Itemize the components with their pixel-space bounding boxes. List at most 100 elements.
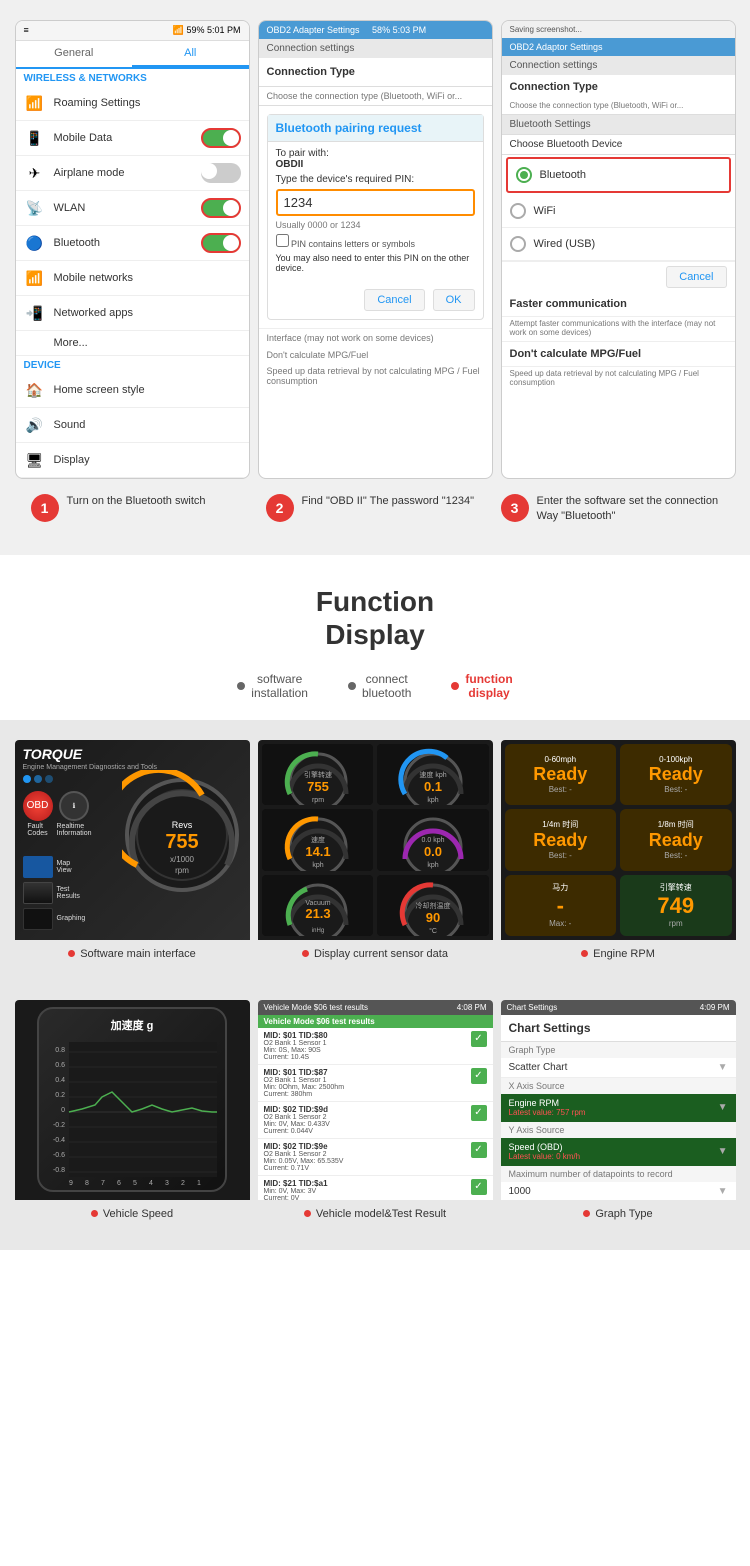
wlan-toggle[interactable] xyxy=(201,198,241,218)
phone3-cancel-row: Cancel xyxy=(502,261,735,292)
nav-function-display[interactable]: functiondisplay xyxy=(451,672,512,700)
phone3-faster-desc: Attempt faster communications with the i… xyxy=(502,317,735,342)
networked-apps-item[interactable]: 📲 Networked apps xyxy=(16,296,249,331)
app-section-row2: 加速度 g 0.8 0.6 0.4 0.2 0 -0.2 -0.4 -0.6 -… xyxy=(0,990,750,1250)
bluetooth-toggle[interactable] xyxy=(201,233,241,253)
sensor-caption-text: Display current sensor data xyxy=(314,948,448,960)
tile-0-100-best: Best: - xyxy=(664,785,687,794)
test-screenshot: Vehicle Mode $06 test results 4:08 PM Ve… xyxy=(258,1000,493,1220)
phone3-bt-section: Bluetooth Settings xyxy=(502,115,735,135)
torque-caption-text: Software main interface xyxy=(80,948,196,960)
phone3-option-bluetooth[interactable]: Bluetooth xyxy=(506,157,731,193)
bluetooth-item[interactable]: 🔵 Bluetooth xyxy=(16,226,249,261)
test-check-3: ✓ xyxy=(471,1105,487,1121)
airplane-item[interactable]: ✈ Airplane mode xyxy=(16,156,249,191)
svg-text:冷却剂温度: 冷却剂温度 xyxy=(416,901,451,910)
chart-y-axis-val: Speed (OBD) xyxy=(509,1142,581,1152)
more-item[interactable]: More... xyxy=(16,331,249,356)
chart-max-arrow: ▼ xyxy=(718,1186,728,1197)
mobile-data-toggle[interactable] xyxy=(201,128,241,148)
phone2-conn-desc: Choose the connection type (Bluetooth, W… xyxy=(259,87,492,106)
step1-text: Turn on the Bluetooth switch xyxy=(67,494,206,509)
svg-text:rpm: rpm xyxy=(311,797,323,804)
tile-0-100-val: Ready xyxy=(649,764,703,785)
gauge3: 速度 14.1 kph xyxy=(262,809,374,870)
tile-rpm: 引擎转速 749 rpm xyxy=(620,875,732,936)
svg-text:14.1: 14.1 xyxy=(305,844,330,859)
chart-settings-title: Chart Settings xyxy=(501,1015,736,1042)
gauge5: Vacuum 21.3 inHg xyxy=(262,875,374,936)
pair-ok-button[interactable]: OK xyxy=(433,289,475,311)
tile-0-60: 0-60mph Ready Best: - xyxy=(505,744,617,805)
tile-0-100-label: 0-100kph xyxy=(659,755,692,764)
more-label: More... xyxy=(24,337,241,349)
torque-title: TORQUE xyxy=(15,740,166,764)
test-detail-3b: Min: 0V, Max: 0.433V xyxy=(264,1121,487,1128)
airplane-toggle[interactable] xyxy=(201,163,241,183)
svg-text:0.2: 0.2 xyxy=(55,1092,65,1099)
nav-software-install[interactable]: softwareinstallation xyxy=(237,672,308,700)
test-check-5: ✓ xyxy=(471,1179,487,1195)
wlan-item[interactable]: 📡 WLAN xyxy=(16,191,249,226)
display-item[interactable]: 🖥 Display xyxy=(16,443,249,478)
tile-eighth: 1/8m 时间 Ready Best: - xyxy=(620,809,732,870)
tab-all[interactable]: All xyxy=(132,41,249,67)
torque-screenshot: TORQUE Engine Management Diagnostics and… xyxy=(15,740,250,960)
svg-text:755: 755 xyxy=(165,831,198,853)
sound-item[interactable]: 🔊 Sound xyxy=(16,408,249,443)
phone3-option-wifi[interactable]: WiFi xyxy=(502,195,735,228)
chart-screenshot: Chart Settings 4:09 PM Chart Settings Gr… xyxy=(501,1000,736,1220)
mobile-data-item[interactable]: 📱 Mobile Data xyxy=(16,121,249,156)
test-check-4: ✓ xyxy=(471,1142,487,1158)
gauge1: 引擎转速 755 rpm xyxy=(262,744,374,805)
phone1-tabs: General All xyxy=(16,41,249,69)
test-detail-2b: Min: 0Ohm, Max: 2500hm xyxy=(264,1084,487,1091)
display-icon: 🖥 xyxy=(24,449,46,471)
pin-input[interactable]: 1234 xyxy=(276,189,475,216)
tab-general[interactable]: General xyxy=(16,41,133,67)
home-label: Home screen style xyxy=(54,384,241,396)
graphing-label: Graphing xyxy=(57,915,86,922)
svg-text:kph: kph xyxy=(312,862,323,869)
step2-item: 2 Find "OBD II" The password "1234" xyxy=(258,494,493,525)
phone2-footer1: Interface (may not work on some devices) xyxy=(259,328,492,347)
test-detail-1: O2 Bank 1 Sensor 1 xyxy=(264,1040,487,1047)
test-statusbar: Vehicle Mode $06 test results 4:08 PM xyxy=(258,1000,493,1015)
phone3-option-usb[interactable]: Wired (USB) xyxy=(502,228,735,261)
rpm-caption-text: Engine RPM xyxy=(593,948,655,960)
step1-circle: 1 xyxy=(31,494,59,522)
pair-cancel-button[interactable]: Cancel xyxy=(364,289,424,311)
step3-item: 3 Enter the software set the connection … xyxy=(493,494,728,525)
mobile-data-icon: 📱 xyxy=(24,127,46,149)
pin-checkbox[interactable] xyxy=(276,234,289,247)
tile-rpm-unit: rpm xyxy=(669,919,683,928)
home-screen-item[interactable]: 🏠 Home screen style xyxy=(16,373,249,408)
roaming-item[interactable]: 📶 Roaming Settings xyxy=(16,86,249,121)
test-detail-5a: Min: 0V, Max: 3V xyxy=(264,1188,487,1195)
rpm-caption-dot xyxy=(581,950,588,957)
vspeed-title: 加速度 g xyxy=(47,1017,217,1033)
phones-grid: ≡ 📶 59% 5:01 PM General All WIRELESS & N… xyxy=(10,20,740,479)
sound-label: Sound xyxy=(54,419,241,431)
app-grid-row2: 加速度 g 0.8 0.6 0.4 0.2 0 -0.2 -0.4 -0.6 -… xyxy=(10,1000,740,1220)
realtime-label: RealtimeInformation xyxy=(57,823,92,837)
chart-max-points-row[interactable]: 1000 ▼ xyxy=(501,1182,736,1200)
test-id-5: MID: $21 TID:$a1 xyxy=(264,1179,487,1188)
svg-text:Revs: Revs xyxy=(171,820,192,830)
wireless-section-label: WIRELESS & NETWORKS xyxy=(16,69,249,86)
chart-x-axis-row[interactable]: Engine RPM Latest value: 757 rpm ▼ xyxy=(501,1094,736,1122)
svg-text:-0.8: -0.8 xyxy=(53,1167,65,1174)
mobile-networks-label: Mobile networks xyxy=(54,272,241,284)
mobile-networks-item[interactable]: 📶 Mobile networks xyxy=(16,261,249,296)
test-check-1: ✓ xyxy=(471,1031,487,1047)
chart-y-axis-row[interactable]: Speed (OBD) Latest value: 0 km/h ▼ xyxy=(501,1138,736,1166)
phone3-conn-type-title: Connection Type xyxy=(502,75,735,99)
nav-connect-bluetooth[interactable]: connectbluetooth xyxy=(348,672,411,700)
pair-with-label: To pair with: xyxy=(276,148,475,159)
phone1-status-left: ≡ xyxy=(24,25,29,36)
test-detail-3a: O2 Bank 1 Sensor 2 xyxy=(264,1114,487,1121)
conn-cancel-button[interactable]: Cancel xyxy=(666,266,726,288)
chart-graph-type-row[interactable]: Scatter Chart ▼ xyxy=(501,1058,736,1078)
chart-max-points-val: 1000 xyxy=(509,1186,531,1197)
step2-circle: 2 xyxy=(266,494,294,522)
